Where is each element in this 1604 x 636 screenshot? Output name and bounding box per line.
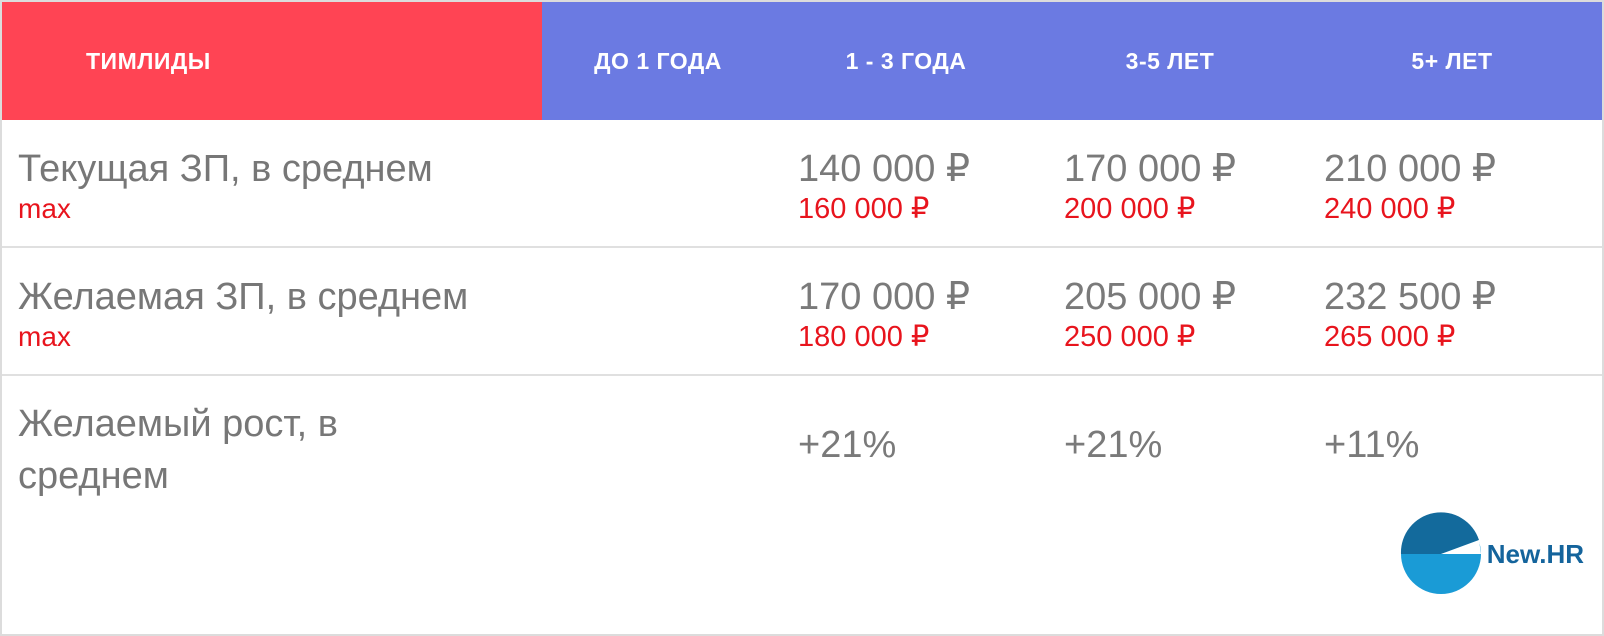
max-value: 180 000 ₽: [798, 321, 930, 353]
value-cell: 232 500 ₽ 265 000 ₽: [1302, 247, 1602, 376]
newhr-logo-icon: [1400, 512, 1481, 594]
row-max-label: max: [18, 321, 71, 352]
empty-cell: [542, 120, 774, 248]
max-value: 240 000 ₽: [1324, 193, 1456, 225]
row-label-cell: Текущая ЗП, в среднем max: [2, 120, 542, 248]
avg-value: 170 000 ₽: [1064, 148, 1237, 190]
row-label: Желаемый рост, в среднем: [18, 403, 338, 497]
row-max-label: max: [18, 193, 71, 224]
value-cell: 205 000 ₽ 250 000 ₽: [1038, 247, 1302, 376]
value-cell: 170 000 ₽ 180 000 ₽: [774, 247, 1038, 376]
avg-value: 170 000 ₽: [798, 276, 971, 318]
empty-cell: [542, 375, 774, 516]
growth-value: +21%: [1064, 424, 1163, 466]
row-label: Текущая ЗП, в среднем: [18, 148, 433, 190]
header-up-to-1-year: ДО 1 ГОДА: [542, 2, 774, 120]
avg-value: 210 000 ₽: [1324, 148, 1497, 190]
empty-cell: [542, 247, 774, 376]
value-cell: 210 000 ₽ 240 000 ₽: [1302, 120, 1602, 248]
table-row: Желаемый рост, в среднем +21% +21% +11%: [2, 375, 1602, 516]
table-row: Желаемая ЗП, в среднем max 170 000 ₽ 180…: [2, 247, 1602, 376]
table-row: Текущая ЗП, в среднем max 140 000 ₽ 160 …: [2, 120, 1602, 248]
value-cell: 170 000 ₽ 200 000 ₽: [1038, 120, 1302, 248]
max-value: 160 000 ₽: [798, 193, 930, 225]
max-value: 265 000 ₽: [1324, 321, 1456, 353]
newhr-logo: New.HR: [1399, 512, 1584, 596]
row-label: Желаемая ЗП, в среднем: [18, 276, 469, 318]
avg-value: 140 000 ₽: [798, 148, 971, 190]
header-3-5-years: 3-5 ЛЕТ: [1038, 2, 1302, 120]
max-value: 200 000 ₽: [1064, 193, 1196, 225]
max-value: 250 000 ₽: [1064, 321, 1196, 353]
header-team: ТИМЛИДЫ: [2, 2, 542, 120]
row-label-cell: Желаемый рост, в среднем: [2, 375, 542, 516]
avg-value: 205 000 ₽: [1064, 276, 1237, 318]
avg-value: 232 500 ₽: [1324, 276, 1497, 318]
value-cell: +11%: [1302, 375, 1602, 516]
value-cell: 140 000 ₽ 160 000 ₽: [774, 120, 1038, 248]
salary-table-card: ТИМЛИДЫ ДО 1 ГОДА 1 - 3 ГОДА 3-5 ЛЕТ 5+ …: [0, 0, 1604, 636]
salary-table: ТИМЛИДЫ ДО 1 ГОДА 1 - 3 ГОДА 3-5 ЛЕТ 5+ …: [2, 2, 1602, 516]
table-header-row: ТИМЛИДЫ ДО 1 ГОДА 1 - 3 ГОДА 3-5 ЛЕТ 5+ …: [2, 2, 1602, 120]
growth-value: +11%: [1324, 424, 1420, 466]
header-1-3-years: 1 - 3 ГОДА: [774, 2, 1038, 120]
row-label-cell: Желаемая ЗП, в среднем max: [2, 247, 542, 376]
header-5-plus-years: 5+ ЛЕТ: [1302, 2, 1602, 120]
growth-value: +21%: [798, 424, 897, 466]
logo-text: New.HR: [1486, 538, 1584, 569]
value-cell: +21%: [1038, 375, 1302, 516]
value-cell: +21%: [774, 375, 1038, 516]
